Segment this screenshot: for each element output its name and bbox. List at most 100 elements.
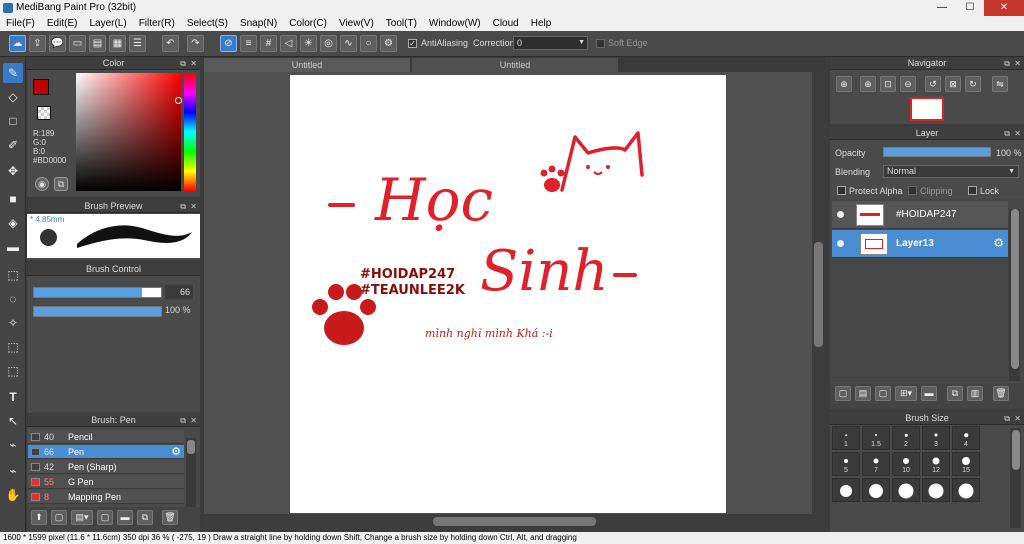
close-button[interactable]: ✕ <box>984 0 1024 16</box>
tab-untitled-2[interactable]: Untitled <box>412 58 618 72</box>
brush-size-cell[interactable] <box>922 478 950 502</box>
primary-color-swatch[interactable] <box>33 79 49 95</box>
brush-opacity-slider[interactable] <box>33 306 162 317</box>
redo-icon[interactable]: ↷ <box>187 35 204 52</box>
color-picker-cursor[interactable] <box>175 97 182 104</box>
visibility-icon[interactable] <box>837 211 844 218</box>
drawing-canvas[interactable]: Học Sinh #HOIDAP247 #TEAUNLEE2K mình ngh… <box>290 75 726 513</box>
copy-layer-icon[interactable]: ▢ <box>875 386 891 401</box>
fill-tool-icon[interactable]: ◈ <box>3 213 23 233</box>
zoom-in-icon[interactable]: ⊕ <box>836 76 852 92</box>
zoom-in-alt-icon[interactable]: ⊕ <box>860 76 876 92</box>
secondary-color-swatch[interactable] <box>37 106 51 120</box>
layer-settings-gear-icon[interactable]: ⚙ <box>993 236 1004 250</box>
snap-settings-icon[interactable]: ⚙ <box>380 35 397 52</box>
visibility-icon[interactable] <box>837 240 844 247</box>
menu-item[interactable]: Help <box>531 16 552 31</box>
brush-item[interactable]: 40 Pencil <box>28 430 184 444</box>
menu-item[interactable]: Snap(N) <box>240 16 277 31</box>
brush-size-cell[interactable]: 1 <box>832 426 860 450</box>
menu-item[interactable]: Cloud <box>493 16 519 31</box>
brush-size-cell[interactable] <box>832 478 860 502</box>
merge-layer-icon[interactable]: ▥ <box>967 386 983 401</box>
zoom-out-icon[interactable]: ⊖ <box>900 76 916 92</box>
popout-icon[interactable]: ⧉ <box>180 200 186 213</box>
brush-item[interactable]: 66 Pen ⚙ <box>28 445 184 459</box>
brush-size-scrollbar[interactable] <box>1010 428 1021 528</box>
brush-size-value[interactable]: 66 <box>165 285 193 299</box>
menu-item[interactable]: File(F) <box>6 16 35 31</box>
grid-snap-icon[interactable]: # <box>260 35 277 52</box>
brush-item[interactable]: 8 Mapping Pen <box>28 490 184 504</box>
text-tool-icon[interactable]: T <box>3 387 23 407</box>
palette-icon[interactable]: ◉ <box>35 177 49 191</box>
clipping-checkbox[interactable] <box>908 186 917 195</box>
concentric-snap-icon[interactable]: ◎ <box>320 35 337 52</box>
hue-slider[interactable] <box>184 73 196 191</box>
lock-checkbox[interactable] <box>968 186 977 195</box>
snap-off-icon[interactable]: ⊘ <box>220 35 237 52</box>
canvas-horizontal-scrollbar[interactable] <box>204 514 825 529</box>
brush-add-icon[interactable]: ⬆ <box>31 510 47 525</box>
tab-untitled-1[interactable]: Untitled <box>204 58 410 72</box>
menu-item[interactable]: Filter(R) <box>139 16 175 31</box>
antialias-checkbox[interactable]: ✓ <box>408 39 417 48</box>
layer-menu-icon[interactable]: ⊞▾ <box>895 386 917 401</box>
brush-size-cell[interactable]: 1.5 <box>862 426 890 450</box>
panel-close-icon[interactable]: ✕ <box>1014 412 1021 425</box>
brush-settings-gear-icon[interactable]: ⚙ <box>171 445 181 459</box>
menu-item[interactable]: View(V) <box>339 16 374 31</box>
brush-new-icon[interactable]: ▢ <box>51 510 67 525</box>
blending-select[interactable]: Normal ▼ <box>883 165 1019 178</box>
popout-icon[interactable]: ⧉ <box>180 414 186 427</box>
chat-icon[interactable]: 💬 <box>49 35 66 52</box>
select-tool-icon[interactable]: ⬚ <box>3 265 23 285</box>
brush-size-cell[interactable] <box>952 478 980 502</box>
correction-select[interactable]: 0 ▼ <box>513 36 588 50</box>
saturation-value-picker[interactable] <box>76 73 181 191</box>
color-swap-icon[interactable]: ⧉ <box>54 177 68 191</box>
popout-icon[interactable]: ⧉ <box>1004 57 1010 70</box>
hand-tool-icon[interactable]: ✋ <box>3 485 23 505</box>
dot-tool-icon[interactable]: □ <box>3 111 23 131</box>
layer-row[interactable]: Layer13 ⚙ <box>832 230 1008 258</box>
brush-duplicate-icon[interactable]: ⧉ <box>137 510 153 525</box>
popout-icon[interactable]: ⧉ <box>1004 412 1010 425</box>
brush-item[interactable]: 42 Pen (Sharp) <box>28 460 184 474</box>
brush-size-cell[interactable] <box>892 478 920 502</box>
popout-icon[interactable]: ⧉ <box>180 57 186 70</box>
menu-item[interactable]: Edit(E) <box>47 16 78 31</box>
brush-size-cell[interactable]: 4 <box>952 426 980 450</box>
protect-alpha-checkbox[interactable] <box>837 186 846 195</box>
select-eraser-tool-icon[interactable]: ⬚ <box>3 361 23 381</box>
export-icon[interactable]: ⇪ <box>29 35 46 52</box>
curve-snap-icon[interactable]: ∿ <box>340 35 357 52</box>
cloud-icon[interactable]: ☁ <box>9 35 26 52</box>
select-pen-tool-icon[interactable]: ⬚ <box>3 337 23 357</box>
menu-item[interactable]: Tool(T) <box>386 16 417 31</box>
panel-close-icon[interactable]: ✕ <box>1014 57 1021 70</box>
panel-close-icon[interactable]: ✕ <box>190 57 197 70</box>
operation-tool-icon[interactable]: ↖ <box>3 411 23 431</box>
gradient-tool-icon[interactable]: ▬ <box>3 237 23 257</box>
brush-delete-icon[interactable]: 🗑 <box>162 510 178 525</box>
brush-list-scrollbar[interactable] <box>186 438 196 508</box>
brush-tool-icon[interactable]: ✎ <box>3 63 23 83</box>
new-layer-icon[interactable]: ▢ <box>835 386 851 401</box>
menu-item[interactable]: Color(C) <box>289 16 327 31</box>
brush-size-cell[interactable]: 10 <box>892 452 920 476</box>
navigator-thumbnail[interactable] <box>910 97 944 121</box>
layer-list-scrollbar[interactable] <box>1009 209 1020 381</box>
eyedropper-tool-icon[interactable]: ⌁ <box>3 461 23 481</box>
dropper-tool-icon[interactable]: ⌁ <box>3 435 23 455</box>
brush-item[interactable]: 55 G Pen <box>28 475 184 489</box>
panel-close-icon[interactable]: ✕ <box>190 414 197 427</box>
fit-icon[interactable]: ⊡ <box>880 76 896 92</box>
brush-size-cell[interactable] <box>862 478 890 502</box>
delete-layer-icon[interactable]: 🗑 <box>993 386 1009 401</box>
undo-icon[interactable]: ↶ <box>162 35 179 52</box>
brush-size-cell[interactable]: 15 <box>952 452 980 476</box>
panel-close-icon[interactable]: ✕ <box>1014 127 1021 140</box>
menu-item[interactable]: Select(S) <box>187 16 228 31</box>
shape-tool-icon[interactable]: ■ <box>3 189 23 209</box>
